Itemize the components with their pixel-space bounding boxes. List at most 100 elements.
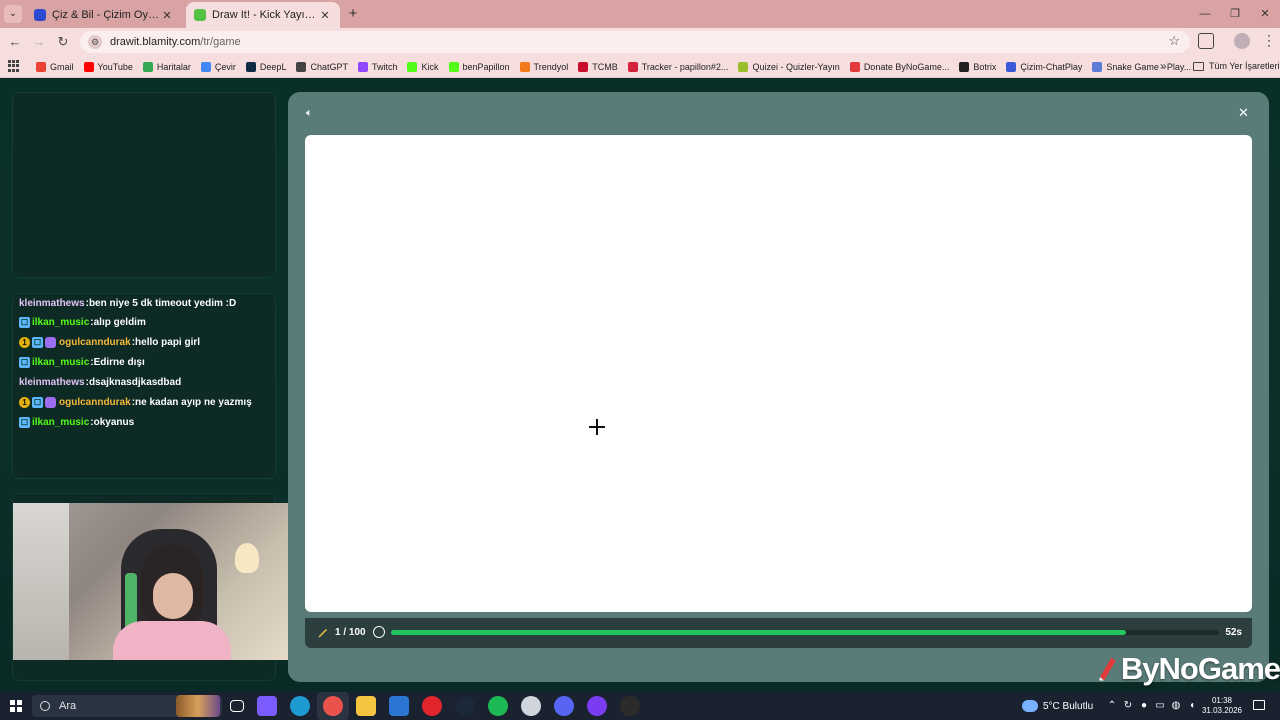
- webcam-face: [153, 573, 193, 619]
- network-icon[interactable]: ◍: [1170, 700, 1182, 712]
- chat-text: okyanus: [93, 416, 135, 428]
- all-bookmarks-button[interactable]: Tüm Yer İşaretleri: [1193, 61, 1280, 71]
- sync-icon[interactable]: ↻: [1122, 700, 1134, 712]
- chrome-icon[interactable]: [317, 692, 349, 720]
- bookmark-item[interactable]: Gmail: [36, 62, 74, 72]
- file-explorer-icon[interactable]: [356, 696, 376, 716]
- tab-inactive[interactable]: Çiz & Bil - Çizim Oyunu ✕: [26, 2, 182, 28]
- timer-icon: [373, 626, 385, 638]
- globe-icon[interactable]: [521, 696, 541, 716]
- bookmark-label: Twitch: [371, 62, 398, 72]
- bookmarks-bar: Gmail YouTube Haritalar Çevir DeepL ChatGPT Tw…: [0, 56, 1280, 78]
- bookmark-item[interactable]: Kick: [407, 62, 439, 72]
- chat-username[interactable]: ilkan_music: [32, 357, 89, 368]
- clock-time: 01:38: [1211, 696, 1233, 705]
- menu-kebab-icon[interactable]: ⋮: [1262, 32, 1276, 49]
- round-counter: 1 / 100: [335, 627, 366, 638]
- volume-icon[interactable]: 🔈︎: [306, 107, 313, 120]
- reload-icon[interactable]: ↻: [54, 33, 72, 51]
- back-icon[interactable]: ←: [6, 33, 24, 51]
- bookmark-item[interactable]: YouTube: [83, 62, 133, 72]
- search-placeholder: Ara: [59, 700, 77, 712]
- chevron-up-icon[interactable]: ⌃: [1106, 700, 1118, 712]
- bookmark-star-icon[interactable]: ☆: [1168, 33, 1180, 49]
- close-tab-icon[interactable]: ✕: [318, 9, 332, 22]
- new-tab-button[interactable]: +: [344, 5, 362, 23]
- microphone-icon[interactable]: ●: [1138, 700, 1150, 712]
- bookmark-item[interactable]: ChatGPT: [296, 62, 348, 72]
- close-tab-icon[interactable]: ✕: [160, 9, 174, 22]
- search-highlight-image[interactable]: [176, 695, 220, 717]
- restore-icon[interactable]: ❐: [1220, 4, 1250, 24]
- cloud-icon: [1022, 700, 1038, 712]
- chat-message: ☐ ilkan_music: alıp geldim: [19, 312, 271, 332]
- bookmark-item[interactable]: TCMB: [578, 62, 618, 72]
- bookmark-favicon-icon: [578, 62, 589, 72]
- circle-app-icon[interactable]: [587, 696, 607, 716]
- chat-username[interactable]: kleinmathews: [19, 298, 85, 309]
- url-host: drawit.blamity.com: [110, 36, 201, 48]
- weather-text: 5°C Bulutlu: [1043, 700, 1094, 712]
- pencil-icon: [318, 629, 327, 638]
- extensions-icon[interactable]: [1198, 33, 1214, 49]
- chat-username[interactable]: ogulcanndurak: [59, 397, 131, 408]
- apps-grid-icon[interactable]: [8, 60, 20, 72]
- forward-icon[interactable]: →: [30, 33, 48, 51]
- system-clock[interactable]: 01:38 31.03.2026: [1200, 696, 1244, 716]
- bookmark-item[interactable]: Snake Game - Play...: [1092, 62, 1191, 72]
- tab-search-menu-icon[interactable]: ⌄: [4, 5, 22, 23]
- close-icon[interactable]: ✕: [1238, 105, 1249, 121]
- chat-username[interactable]: kleinmathews: [19, 377, 85, 388]
- weather-widget[interactable]: 5°C Bulutlu: [1022, 692, 1093, 720]
- bookmark-favicon-icon: [959, 62, 970, 72]
- speaker-icon[interactable]: ◖: [1186, 700, 1198, 712]
- bookmark-item[interactable]: Quizei - Quizler-Yayın: [738, 62, 840, 72]
- close-window-icon[interactable]: ✕: [1250, 4, 1280, 24]
- bookmark-favicon-icon: [200, 62, 211, 72]
- drawing-canvas[interactable]: [305, 135, 1252, 612]
- monitor-icon[interactable]: ▭: [1154, 700, 1166, 712]
- copilot-icon[interactable]: [257, 696, 277, 716]
- bookmark-favicon-icon: [357, 62, 368, 72]
- edge-icon[interactable]: [290, 696, 310, 716]
- notification-icon[interactable]: [1253, 700, 1265, 710]
- opera-icon[interactable]: [422, 696, 442, 716]
- windows-taskbar: Ara 5°C Bulutlu ⌃ ↻ ● ▭ ◍ ◖ 01:38 31.03.…: [0, 692, 1280, 720]
- spotify-icon[interactable]: [488, 696, 508, 716]
- tab-active[interactable]: Draw It! - Kick Yayınları İçin Çizim ✕: [186, 2, 340, 28]
- bookmark-favicon-icon: [448, 62, 459, 72]
- bookmark-item[interactable]: Haritalar: [142, 62, 191, 72]
- chat-message: kleinmathews: ben niye 5 dk timeout yedim…: [19, 294, 271, 312]
- task-view-icon[interactable]: [230, 700, 244, 712]
- chat-username[interactable]: ogulcanndurak: [59, 337, 131, 348]
- bookmark-label: benPapillon: [462, 62, 510, 72]
- windows-start-icon[interactable]: [10, 700, 22, 712]
- chat-username[interactable]: ilkan_music: [32, 317, 89, 328]
- bookmark-favicon-icon: [407, 62, 418, 72]
- mail-icon[interactable]: [389, 696, 409, 716]
- bookmark-label: ChatGPT: [310, 62, 348, 72]
- bookmark-item[interactable]: Çizim-ChatPlay: [1006, 62, 1082, 72]
- minimize-icon[interactable]: —: [1190, 4, 1220, 24]
- address-bar[interactable]: ⚙ drawit.blamity.com/tr/game ☆: [80, 31, 1190, 53]
- site-info-icon[interactable]: ⚙: [88, 35, 102, 49]
- chat-username[interactable]: ilkan_music: [32, 417, 89, 428]
- steam-icon[interactable]: [455, 696, 475, 716]
- discord-icon[interactable]: [554, 696, 574, 716]
- chat-panel: kleinmathews: ben niye 5 dk timeout yedim…: [12, 293, 276, 479]
- profile-avatar[interactable]: [1234, 33, 1250, 49]
- chat-text: ben niye 5 dk timeout yedim :D: [88, 297, 237, 309]
- bookmark-item[interactable]: Tracker - papillon#2...: [627, 62, 728, 72]
- bookmark-label: Quizei - Quizler-Yayın: [752, 62, 840, 72]
- bookmark-favicon-icon: [1006, 62, 1017, 72]
- bookmark-item[interactable]: Twitch: [357, 62, 398, 72]
- brush-icon: [194, 9, 206, 21]
- bookmark-item[interactable]: DeepL: [245, 62, 286, 72]
- obs-icon[interactable]: [620, 696, 640, 716]
- more-bookmarks-icon[interactable]: »: [1160, 59, 1167, 73]
- bookmark-item[interactable]: Botrix: [959, 62, 996, 72]
- bookmark-item[interactable]: benPapillon: [448, 62, 510, 72]
- bookmark-item[interactable]: Trendyol: [519, 62, 568, 72]
- bookmark-item[interactable]: Çevir: [200, 62, 236, 72]
- bookmark-item[interactable]: Donate ByNoGame...: [849, 62, 949, 72]
